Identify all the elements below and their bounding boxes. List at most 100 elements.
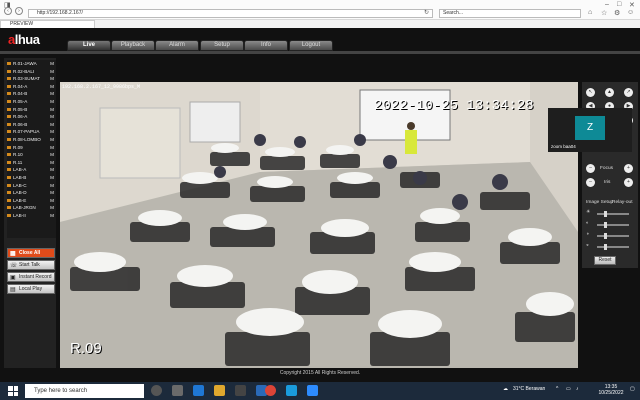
address-bar[interactable]: http://192.168.2.167/: [28, 9, 433, 18]
channel-stream-flag[interactable]: M: [50, 98, 54, 106]
channel-stream-flag[interactable]: M: [50, 113, 54, 121]
browser-search-input[interactable]: Search...: [439, 9, 581, 18]
zoom-app-icon[interactable]: [307, 385, 318, 396]
channel-stream-flag[interactable]: M: [50, 174, 54, 182]
iris-minus-button[interactable]: –: [586, 178, 595, 187]
channel-item[interactable]: R.04-A M: [7, 83, 56, 91]
channel-item[interactable]: R.07-PAPUA M: [7, 128, 56, 136]
channel-item[interactable]: R.09 M: [7, 144, 56, 152]
tab-live[interactable]: Live: [67, 40, 111, 51]
channel-item[interactable]: R.05-B M: [7, 106, 56, 114]
channel-item[interactable]: LAB-JRGN M: [7, 204, 56, 212]
store-icon[interactable]: [235, 385, 246, 396]
channel-stream-flag[interactable]: M: [50, 128, 54, 136]
refresh-icon[interactable]: ↻: [424, 9, 429, 16]
live-video-view[interactable]: 192.168.2.167_12_9986bps_M 2022-10-25 13…: [60, 82, 578, 370]
weather-icon[interactable]: ☁: [503, 386, 508, 392]
channel-item[interactable]: LAB-B M: [7, 174, 56, 182]
ptz-up-right-icon[interactable]: ↗: [624, 88, 633, 97]
channel-item[interactable]: R.08-LOMBO M: [7, 136, 56, 144]
channel-item[interactable]: LAB-C M: [7, 182, 56, 190]
channel-stream-flag[interactable]: M: [50, 166, 54, 174]
windows-start-icon[interactable]: [8, 386, 18, 396]
ptz-up-left-icon[interactable]: ↖: [586, 88, 595, 97]
start-talk-button[interactable]: ☏ Start Talk: [7, 260, 55, 270]
relay-out-tab[interactable]: Relay-out: [612, 200, 633, 205]
channel-stream-flag[interactable]: M: [50, 197, 54, 205]
focus-minus-button[interactable]: –: [586, 164, 595, 173]
channel-item[interactable]: R.05-A M: [7, 98, 56, 106]
smiley-icon[interactable]: ☺: [627, 9, 634, 16]
tab-logout[interactable]: Logout: [289, 40, 333, 51]
channel-item[interactable]: R.04-B M: [7, 90, 56, 98]
cortana-icon[interactable]: [151, 385, 162, 396]
tab-setup[interactable]: Setup: [200, 40, 244, 51]
tab-preview[interactable]: PREVIEW: [0, 20, 95, 28]
saturation-slider[interactable]: [597, 233, 629, 239]
channel-stream-flag[interactable]: M: [50, 60, 54, 68]
close-icon[interactable]: ✕: [629, 1, 635, 9]
channel-item[interactable]: R.11 M: [7, 159, 56, 167]
hue-slider[interactable]: [597, 244, 629, 250]
channel-stream-flag[interactable]: M: [50, 144, 54, 152]
brightness-slider[interactable]: [597, 211, 629, 217]
close-all-button[interactable]: ▦ Close All: [7, 248, 55, 258]
image-setup-tab[interactable]: Image Setup: [586, 200, 613, 205]
channel-item[interactable]: LAB-II M: [7, 212, 56, 220]
instant-record-button[interactable]: ▣ Instant Record: [7, 272, 55, 282]
menu-divider: [0, 51, 640, 54]
channel-item[interactable]: R.03-SUMAT M: [7, 75, 56, 83]
channel-stream-flag[interactable]: M: [50, 121, 54, 129]
channel-stream-flag[interactable]: M: [50, 90, 54, 98]
channel-stream-flag[interactable]: M: [50, 68, 54, 76]
tab-playback[interactable]: Playback: [111, 40, 155, 51]
back-icon[interactable]: ‹: [4, 7, 12, 15]
channel-stream-flag[interactable]: M: [50, 106, 54, 114]
home-icon[interactable]: ⌂: [588, 9, 592, 16]
task-view-icon[interactable]: [172, 385, 183, 396]
channel-stream-flag[interactable]: M: [50, 151, 54, 159]
internet-explorer-icon[interactable]: [286, 385, 297, 396]
focus-plus-button[interactable]: +: [624, 164, 633, 173]
reset-button[interactable]: Reset: [594, 256, 616, 265]
chrome-icon[interactable]: [265, 385, 276, 396]
channel-stream-flag[interactable]: M: [50, 159, 54, 167]
volume-icon[interactable]: ♪: [576, 386, 579, 392]
channel-item[interactable]: LAB-E M: [7, 197, 56, 205]
channel-item[interactable]: R.06-A M: [7, 113, 56, 121]
channel-item[interactable]: LAB-D M: [7, 189, 56, 197]
channel-stream-flag[interactable]: M: [50, 75, 54, 83]
network-icon[interactable]: ▭: [566, 386, 571, 392]
tab-info[interactable]: Info: [244, 40, 288, 51]
taskbar-search-input[interactable]: Type here to search: [25, 384, 144, 398]
channel-item[interactable]: R.02-BALI M: [7, 68, 56, 76]
tab-alarm[interactable]: Alarm: [155, 40, 199, 51]
weather-text[interactable]: 31°C Berawan: [513, 386, 545, 392]
contrast-slider[interactable]: [597, 222, 629, 228]
maximize-icon[interactable]: □: [617, 1, 621, 8]
file-explorer-icon[interactable]: [214, 385, 225, 396]
local-play-button[interactable]: ▤ Local Play: [7, 284, 55, 294]
channel-stream-flag[interactable]: M: [50, 204, 54, 212]
zoom-participant-overlay[interactable]: Z zoom baa04: [548, 108, 632, 152]
ptz-up-icon[interactable]: ▲: [605, 88, 614, 97]
forward-icon[interactable]: ›: [15, 7, 23, 15]
favorites-icon[interactable]: ☆: [601, 9, 607, 17]
channel-item[interactable]: R.01-JAWA M: [7, 60, 56, 68]
channel-stream-flag[interactable]: M: [50, 182, 54, 190]
tray-arrow-icon[interactable]: ^: [556, 386, 558, 392]
notification-icon[interactable]: ▢: [630, 386, 635, 392]
channel-stream-flag[interactable]: M: [50, 189, 54, 197]
clock[interactable]: 13:35 10/25/2022: [597, 384, 625, 396]
channel-item[interactable]: LAB-A M: [7, 166, 56, 174]
channel-item[interactable]: R.10 M: [7, 151, 56, 159]
channel-stream-flag[interactable]: M: [50, 136, 54, 144]
channel-list[interactable]: R.01-JAWA M R.02-BALI M R.03-SUMAT M R.04-A M R.…: [7, 60, 56, 238]
edge-icon[interactable]: [193, 385, 204, 396]
channel-stream-flag[interactable]: M: [50, 83, 54, 91]
channel-stream-flag[interactable]: M: [50, 212, 54, 220]
minimize-icon[interactable]: –: [605, 1, 609, 8]
iris-plus-button[interactable]: +: [624, 178, 633, 187]
channel-item[interactable]: R.06-B M: [7, 121, 56, 129]
settings-gear-icon[interactable]: ⚙: [614, 9, 620, 17]
